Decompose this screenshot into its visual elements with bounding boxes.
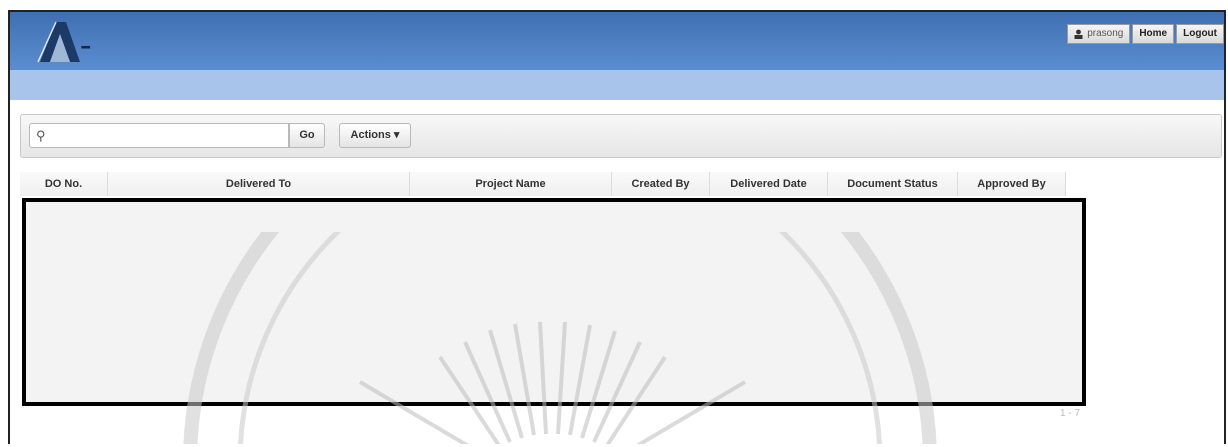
column-header-delivered-date[interactable]: Delivered Date: [710, 172, 828, 196]
header-bar: -HOST prasong Home Logout: [10, 12, 1224, 101]
column-header-delivered-to[interactable]: Delivered To: [108, 172, 410, 196]
go-button[interactable]: Go: [289, 123, 325, 148]
search-box[interactable]: ⚲: [29, 123, 289, 148]
app-window: -HOST prasong Home Logout ⚲ Go Actions ▾…: [8, 10, 1226, 444]
column-header-project-name[interactable]: Project Name: [410, 172, 612, 196]
logout-button[interactable]: Logout: [1176, 24, 1224, 44]
user-menu[interactable]: prasong: [1067, 24, 1131, 44]
column-header-document-status[interactable]: Document Status: [828, 172, 958, 196]
search-icon[interactable]: ⚲: [36, 128, 46, 144]
sub-navigation-bar: [10, 70, 1224, 100]
user-icon: [1074, 29, 1083, 39]
username-label: prasong: [1087, 28, 1124, 39]
column-header-do-no[interactable]: DO No.: [20, 172, 108, 196]
home-button[interactable]: Home: [1132, 24, 1175, 44]
report-toolbar: ⚲ Go Actions ▾: [20, 114, 1222, 158]
pagination-range: 1 - 7: [1060, 408, 1081, 419]
actions-button[interactable]: Actions ▾: [339, 123, 411, 148]
logo-mark-icon: [37, 21, 80, 63]
column-header-approved-by[interactable]: Approved By: [958, 172, 1066, 196]
column-header-created-by[interactable]: Created By: [612, 172, 710, 196]
search-input[interactable]: [54, 127, 288, 141]
table-header: DO No. Delivered To Project Name Created…: [20, 172, 1066, 196]
watermark-seal-icon: [183, 232, 937, 444]
top-nav: prasong Home Logout: [1067, 24, 1224, 44]
